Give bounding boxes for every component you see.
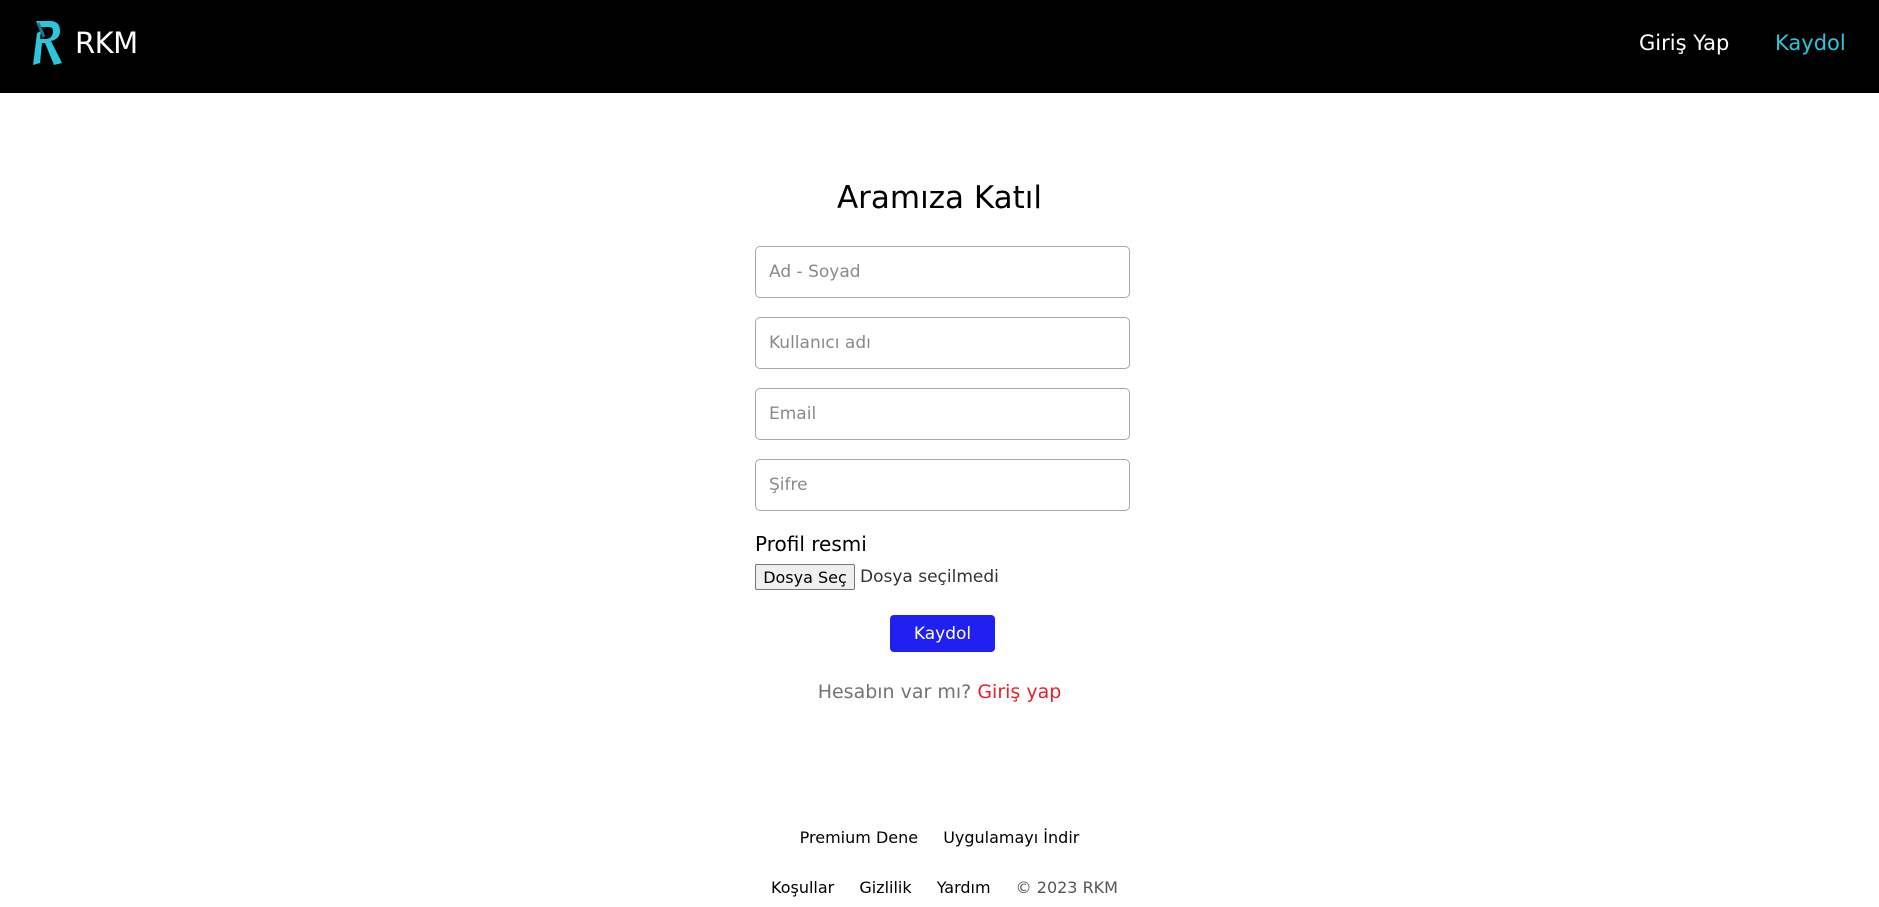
choose-file-button[interactable]: Dosya Seç (755, 564, 855, 590)
footer-terms-link[interactable]: Koşullar (771, 878, 834, 897)
nav-login-link[interactable]: Giriş Yap (1639, 28, 1729, 58)
email-input[interactable] (755, 388, 1130, 440)
fullname-input[interactable] (755, 246, 1130, 298)
account-question: Hesabın var mı? (817, 681, 972, 703)
footer-privacy-link[interactable]: Gizlilik (859, 878, 911, 897)
file-status-text: Dosya seçilmedi (860, 567, 999, 587)
footer-premium-link[interactable]: Premium Dene (800, 828, 918, 847)
footer-download-app-link[interactable]: Uygulamayı İndir (943, 828, 1079, 847)
login-link[interactable]: Giriş yap (977, 681, 1061, 703)
brand-name: RKM (75, 26, 138, 60)
copyright-text: © 2023 RKM (1015, 878, 1118, 897)
profile-picture-label: Profil resmi (755, 532, 867, 556)
footer-help-link[interactable]: Yardım (937, 878, 991, 897)
page-title: Aramıza Katıl (836, 180, 1043, 216)
footer-links-secondary: Koşullar Gizlilik Yardım © 2023 RKM (0, 877, 1879, 899)
footer-links-primary: Premium Dene Uygulamayı İndir (0, 827, 1879, 849)
nav-register-link[interactable]: Kaydol (1775, 28, 1846, 58)
brand-logo[interactable]: RKM (32, 18, 138, 68)
rkm-logo-icon (33, 21, 62, 65)
username-input[interactable] (755, 317, 1130, 369)
top-navbar: RKM Giriş Yap Kaydol (0, 0, 1879, 93)
login-prompt: Hesabın var mı? Giriş yap (0, 678, 1879, 706)
password-input[interactable] (755, 459, 1130, 511)
register-submit-button[interactable]: Kaydol (890, 615, 995, 652)
